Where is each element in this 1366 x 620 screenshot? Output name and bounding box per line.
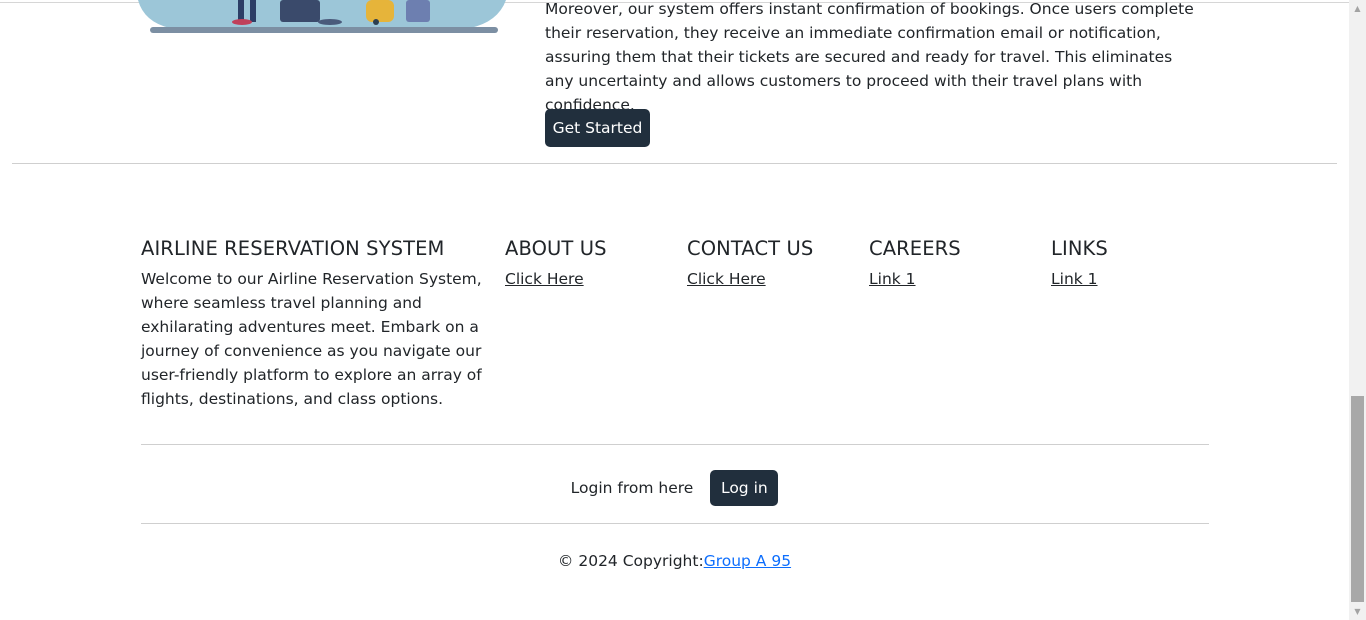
footer-heading-contact: CONTACT US: [687, 237, 814, 260]
footer-brand-column: AIRLINE RESERVATION SYSTEM Welcome to ou…: [141, 236, 486, 411]
footer-brand-heading: AIRLINE RESERVATION SYSTEM: [141, 237, 445, 260]
scrollbar-thumb[interactable]: [1351, 396, 1364, 602]
careers-link[interactable]: Link 1: [869, 267, 916, 291]
footer-divider-bottom: [141, 523, 1209, 524]
copyright-text: © 2024 Copyright:: [557, 552, 704, 570]
footer-column-about: ABOUT US Click Here: [505, 236, 607, 291]
get-started-button[interactable]: Get Started: [545, 109, 650, 147]
about-paragraph: Moreover, our system offers instant conf…: [545, 0, 1194, 114]
footer-column-contact: CONTACT US Click Here: [687, 236, 813, 291]
contact-us-link[interactable]: Click Here: [687, 267, 766, 291]
links-link[interactable]: Link 1: [1051, 267, 1098, 291]
footer-heading-about: ABOUT US: [505, 237, 607, 260]
copyright-link[interactable]: Group A 95: [704, 552, 791, 570]
footer-brand-text: Welcome to our Airline Reservation Syste…: [141, 270, 482, 408]
footer-heading-links: LINKS: [1051, 237, 1108, 260]
login-row: Login from here Log in: [0, 470, 1349, 506]
login-prompt: Login from here: [570, 479, 694, 497]
copyright: © 2024 Copyright:Group A 95: [0, 550, 1349, 572]
scroll-down-arrow-icon[interactable]: ▼: [1349, 603, 1366, 620]
footer-heading-careers: CAREERS: [869, 237, 961, 260]
login-button[interactable]: Log in: [710, 470, 779, 506]
footer-column-links: LINKS Link 1: [1051, 236, 1108, 291]
footer-divider-top: [141, 444, 1209, 445]
footer-column-careers: CAREERS Link 1: [869, 236, 961, 291]
section-divider: [12, 163, 1337, 164]
vertical-scrollbar[interactable]: ▲ ▼: [1349, 0, 1366, 620]
about-us-link[interactable]: Click Here: [505, 267, 584, 291]
scroll-up-arrow-icon[interactable]: ▲: [1349, 0, 1366, 17]
travelers-illustration: [138, 0, 506, 33]
